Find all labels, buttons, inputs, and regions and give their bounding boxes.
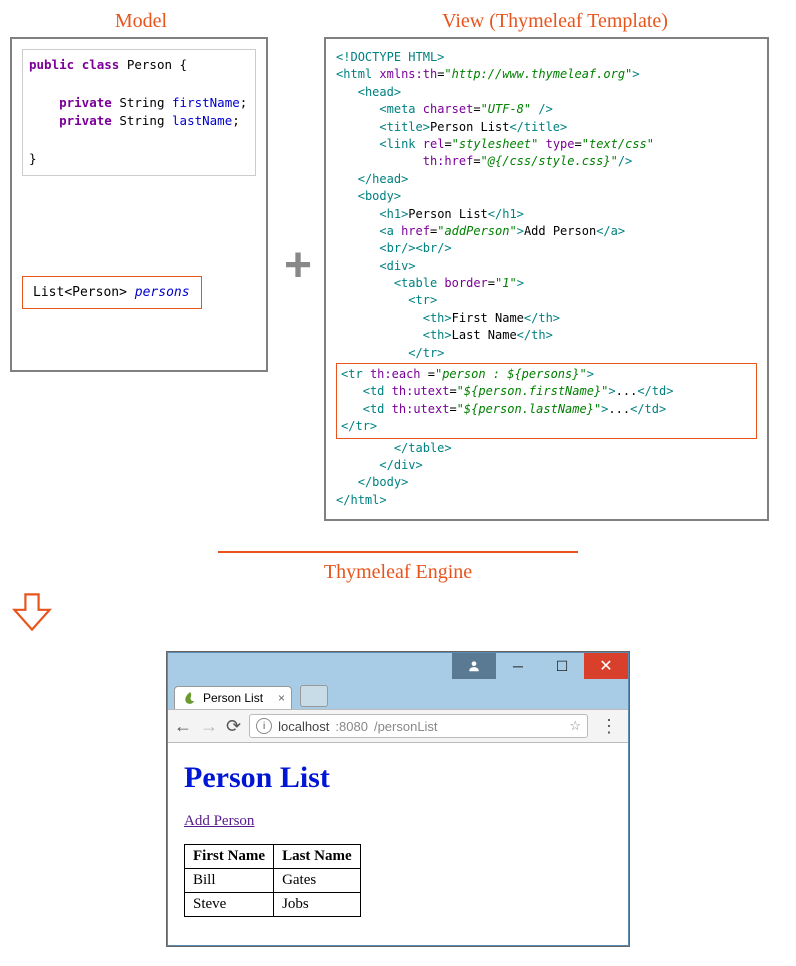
browser-tab[interactable]: Person List × xyxy=(174,686,292,709)
new-tab-button[interactable] xyxy=(300,685,328,707)
table-row: Steve Jobs xyxy=(185,893,361,917)
url-host: localhost xyxy=(278,719,329,734)
model-list-box: List<Person> persons xyxy=(22,276,202,309)
table-row: Bill Gates xyxy=(185,869,361,893)
toolbar: ← → ⟳ i localhost :8080/personList ☆ ⋮ xyxy=(168,709,628,743)
maximize-button[interactable]: ☐ xyxy=(540,653,584,679)
col-firstname: First Name xyxy=(185,845,274,869)
engine-label: Thymeleaf Engine xyxy=(10,561,786,584)
browser-window: ─ ☐ ✕ Person List × ← → ⟳ i localhost :80… xyxy=(167,652,629,946)
model-panel: public class Person { private String fir… xyxy=(10,37,268,372)
forward-button[interactable]: → xyxy=(200,716,218,737)
tab-title: Person List xyxy=(203,691,263,705)
user-button[interactable] xyxy=(452,653,496,679)
top-row: Model public class Person { private Stri… xyxy=(10,10,786,521)
model-list-code: List<Person> persons xyxy=(33,285,191,300)
highlighted-loop: <tr th:each ="person : ${persons}"> <td … xyxy=(336,363,757,439)
add-person-link[interactable]: Add Person xyxy=(184,813,254,829)
cell-last: Jobs xyxy=(274,893,361,917)
arrow-down-icon xyxy=(10,590,54,634)
table-header-row: First Name Last Name xyxy=(185,845,361,869)
view-column: View (Thymeleaf Template) <!DOCTYPE HTML… xyxy=(324,10,786,521)
cell-first: Steve xyxy=(185,893,274,917)
window-titlebar: ─ ☐ ✕ xyxy=(168,653,628,679)
col-lastname: Last Name xyxy=(274,845,361,869)
url-port: :8080 xyxy=(335,719,368,734)
minimize-button[interactable]: ─ xyxy=(496,653,540,679)
tab-bar: Person List × xyxy=(168,679,628,709)
leaf-icon xyxy=(183,691,197,705)
site-info-icon[interactable]: i xyxy=(256,718,272,734)
separator-line xyxy=(218,551,578,553)
cell-first: Bill xyxy=(185,869,274,893)
tab-close-icon[interactable]: × xyxy=(278,691,285,705)
page-title: Person List xyxy=(184,761,612,795)
url-path: /personList xyxy=(374,719,438,734)
close-button[interactable]: ✕ xyxy=(584,653,628,679)
page-viewport: Person List Add Person First Name Last N… xyxy=(168,743,628,945)
model-column: Model public class Person { private Stri… xyxy=(10,10,272,372)
model-heading: Model xyxy=(10,10,272,33)
template-code: <!DOCTYPE HTML> <html xmlns:th="http://w… xyxy=(336,49,757,362)
reload-button[interactable]: ⟳ xyxy=(226,716,241,737)
model-code-box: public class Person { private String fir… xyxy=(22,49,256,176)
view-panel: <!DOCTYPE HTML> <html xmlns:th="http://w… xyxy=(324,37,769,521)
person-table: First Name Last Name Bill Gates Steve Jo… xyxy=(184,844,361,917)
model-code: public class Person { private String fir… xyxy=(29,56,249,169)
view-heading: View (Thymeleaf Template) xyxy=(324,10,786,33)
menu-button[interactable]: ⋮ xyxy=(596,716,622,737)
address-bar[interactable]: i localhost :8080/personList ☆ xyxy=(249,714,588,738)
back-button[interactable]: ← xyxy=(174,716,192,737)
bookmark-star-icon[interactable]: ☆ xyxy=(569,718,581,734)
plus-icon: + xyxy=(284,238,312,293)
user-icon xyxy=(467,659,481,673)
cell-last: Gates xyxy=(274,869,361,893)
